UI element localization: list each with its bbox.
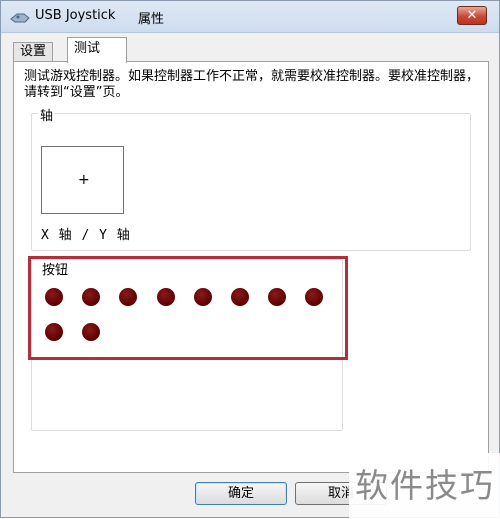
buttons-group-label: 按钮 xyxy=(42,263,69,278)
button-indicator-6 xyxy=(231,288,249,306)
tab-test[interactable]: 测试 xyxy=(67,37,127,63)
button-indicator-5 xyxy=(193,288,212,306)
title-bar: USB Joystick 属性 ✕ xyxy=(1,1,499,33)
button-indicator-1 xyxy=(45,288,63,306)
ok-button[interactable]: 确定 xyxy=(195,482,287,505)
button-indicator-9 xyxy=(45,323,63,341)
window-title: USB Joystick xyxy=(35,8,116,23)
axis-caption: X 轴 / Y 轴 xyxy=(41,228,131,243)
watermark: 软件技巧 xyxy=(349,453,500,519)
axis-group-label: 轴 xyxy=(38,105,56,124)
test-description: 测试游戏控制器。如果控制器工作不正常，就需要校准控制器。要校准控制器，请转到“设… xyxy=(24,69,480,100)
properties-dialog: USB Joystick 属性 ✕ 设置 测试 测试游戏控制器。如果控制器工作不… xyxy=(0,0,500,519)
joystick-icon xyxy=(10,13,30,23)
window-title-suffix: 属性 xyxy=(138,12,165,27)
close-button[interactable]: ✕ xyxy=(457,6,487,25)
crosshair-icon: + xyxy=(78,172,90,188)
button-indicator-4 xyxy=(156,288,175,306)
tab-settings[interactable]: 设置 xyxy=(13,42,54,61)
highlight-frame xyxy=(28,256,348,360)
